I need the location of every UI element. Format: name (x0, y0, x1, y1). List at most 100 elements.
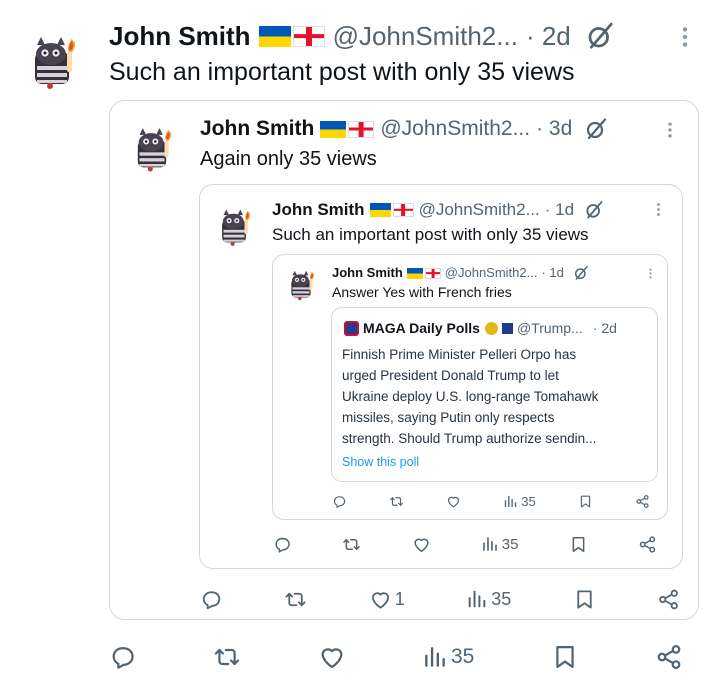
share-button[interactable] (638, 535, 657, 554)
reply-button[interactable] (273, 535, 292, 554)
avatar-image (22, 32, 82, 92)
more-options-icon[interactable] (672, 24, 698, 50)
reply-icon (109, 643, 137, 671)
ukraine-flag-icon (406, 267, 423, 279)
repost-button[interactable] (389, 494, 404, 509)
post-time[interactable]: · 1d (541, 264, 563, 282)
ukraine-flag-icon (258, 25, 291, 47)
author-handle[interactable]: @Trump... (517, 319, 583, 337)
action-bar: 35 (109, 642, 683, 672)
avatar-image (284, 268, 318, 302)
verified-badge-icon (484, 321, 498, 335)
author-handle[interactable]: @JohnSmith2... (445, 264, 538, 282)
post-time[interactable]: · 3d (536, 116, 572, 142)
author-handle[interactable]: @JohnSmith2... (380, 116, 530, 142)
action-bar: 1 35 (200, 586, 680, 612)
bookmark-icon (573, 588, 596, 611)
author-name[interactable]: John Smith (272, 199, 365, 221)
post-time[interactable]: · 2d (526, 20, 571, 52)
quoted-post[interactable]: John Smith @JohnSmith2... · 1d Such an i… (199, 184, 683, 569)
share-button[interactable] (657, 588, 680, 611)
georgia-flag-icon (292, 25, 325, 47)
author-name[interactable]: John Smith (109, 20, 251, 52)
bookmark-button[interactable] (551, 643, 579, 671)
quoted-poll-post[interactable]: MAGA Daily Polls @Trump... · 2d Finnish … (331, 307, 658, 482)
quoted-post[interactable]: John Smith @JohnSmith2... · 3d Again onl… (109, 100, 699, 620)
author-handle[interactable]: @JohnSmith2... (333, 20, 518, 52)
repost-button[interactable] (213, 643, 241, 671)
reply-icon (273, 535, 292, 554)
like-icon (318, 643, 346, 671)
quoted-post[interactable]: John Smith @JohnSmith2... · 1d Answer Ye… (272, 254, 668, 520)
ukraine-flag-icon (320, 120, 347, 138)
like-icon (369, 588, 392, 611)
repost-icon (284, 588, 307, 611)
main-post[interactable]: John Smith @JohnSmith2... · 2d Such an i… (0, 0, 720, 693)
like-button[interactable]: 1 (369, 588, 405, 611)
reply-icon (200, 588, 223, 611)
views-count: 35 (450, 645, 475, 668)
bookmark-icon (578, 494, 593, 509)
like-button[interactable] (318, 643, 346, 671)
text-line: Finnish Prime Minister Pelleri Orpo has (342, 347, 577, 362)
like-icon (412, 535, 431, 554)
bookmark-button[interactable] (569, 535, 588, 554)
reply-button[interactable] (200, 588, 223, 611)
repost-icon (342, 535, 361, 554)
author-name[interactable]: John Smith (200, 116, 314, 142)
grok-icon[interactable] (584, 200, 604, 220)
show-poll-link[interactable]: Show this poll (342, 454, 419, 470)
repost-button[interactable] (342, 535, 361, 554)
bookmark-button[interactable] (573, 588, 596, 611)
post-time[interactable]: · 1d (545, 199, 574, 221)
like-button[interactable] (446, 494, 461, 509)
views-count: 35 (521, 493, 536, 509)
post-time[interactable]: · 2d (593, 319, 617, 337)
author-handle[interactable]: @JohnSmith2... (419, 199, 540, 221)
reply-icon (332, 494, 347, 509)
views-button[interactable]: 35 (466, 588, 511, 610)
post-text: Such an important post with only 35 view… (109, 58, 575, 86)
action-bar: 35 (273, 533, 657, 555)
views-icon (503, 494, 518, 509)
reply-button[interactable] (332, 494, 347, 509)
more-options-icon[interactable] (650, 201, 667, 218)
more-options-icon[interactable] (660, 120, 680, 140)
views-button[interactable]: 35 (503, 493, 536, 509)
text-line: urged President Donald Trump to let (342, 368, 559, 383)
post-header: MAGA Daily Polls @Trump... · 2d (344, 319, 617, 337)
author-name[interactable]: John Smith (332, 264, 403, 282)
more-options-icon[interactable] (644, 267, 657, 280)
share-button[interactable] (635, 494, 650, 509)
repost-icon (389, 494, 404, 509)
author-name[interactable]: MAGA Daily Polls (363, 319, 480, 337)
share-icon (635, 494, 650, 509)
post-header: John Smith @JohnSmith2... · 3d (200, 116, 608, 142)
grok-icon[interactable] (573, 265, 589, 281)
georgia-flag-icon (392, 203, 414, 217)
like-button[interactable] (412, 535, 431, 554)
share-icon (657, 588, 680, 611)
avatar[interactable] (127, 124, 177, 174)
post-text: Answer Yes with French fries (332, 284, 512, 300)
reply-button[interactable] (109, 643, 137, 671)
avatar[interactable] (284, 268, 318, 302)
avatar[interactable] (213, 206, 255, 248)
georgia-flag-icon (424, 267, 441, 279)
ukraine-flag-icon (369, 203, 391, 217)
views-button[interactable]: 35 (422, 644, 474, 670)
avatar-image (213, 206, 255, 248)
bookmark-button[interactable] (578, 494, 593, 509)
avatar[interactable] (22, 32, 82, 92)
share-button[interactable] (655, 643, 683, 671)
text-line: strength. Should Trump authorize sendin.… (342, 431, 597, 446)
post-text: Such an important post with only 35 view… (272, 225, 589, 244)
repost-icon (213, 643, 241, 671)
post-text: Finnish Prime Minister Pelleri Orpo has … (342, 344, 598, 449)
grok-icon[interactable] (585, 21, 615, 51)
repost-button[interactable] (284, 588, 307, 611)
views-button[interactable]: 35 (481, 535, 518, 553)
text-line: Ukraine deploy U.S. long-range Tomahawk (342, 389, 599, 404)
grok-icon[interactable] (584, 117, 608, 141)
post-header: John Smith @JohnSmith2... · 2d (109, 20, 615, 52)
